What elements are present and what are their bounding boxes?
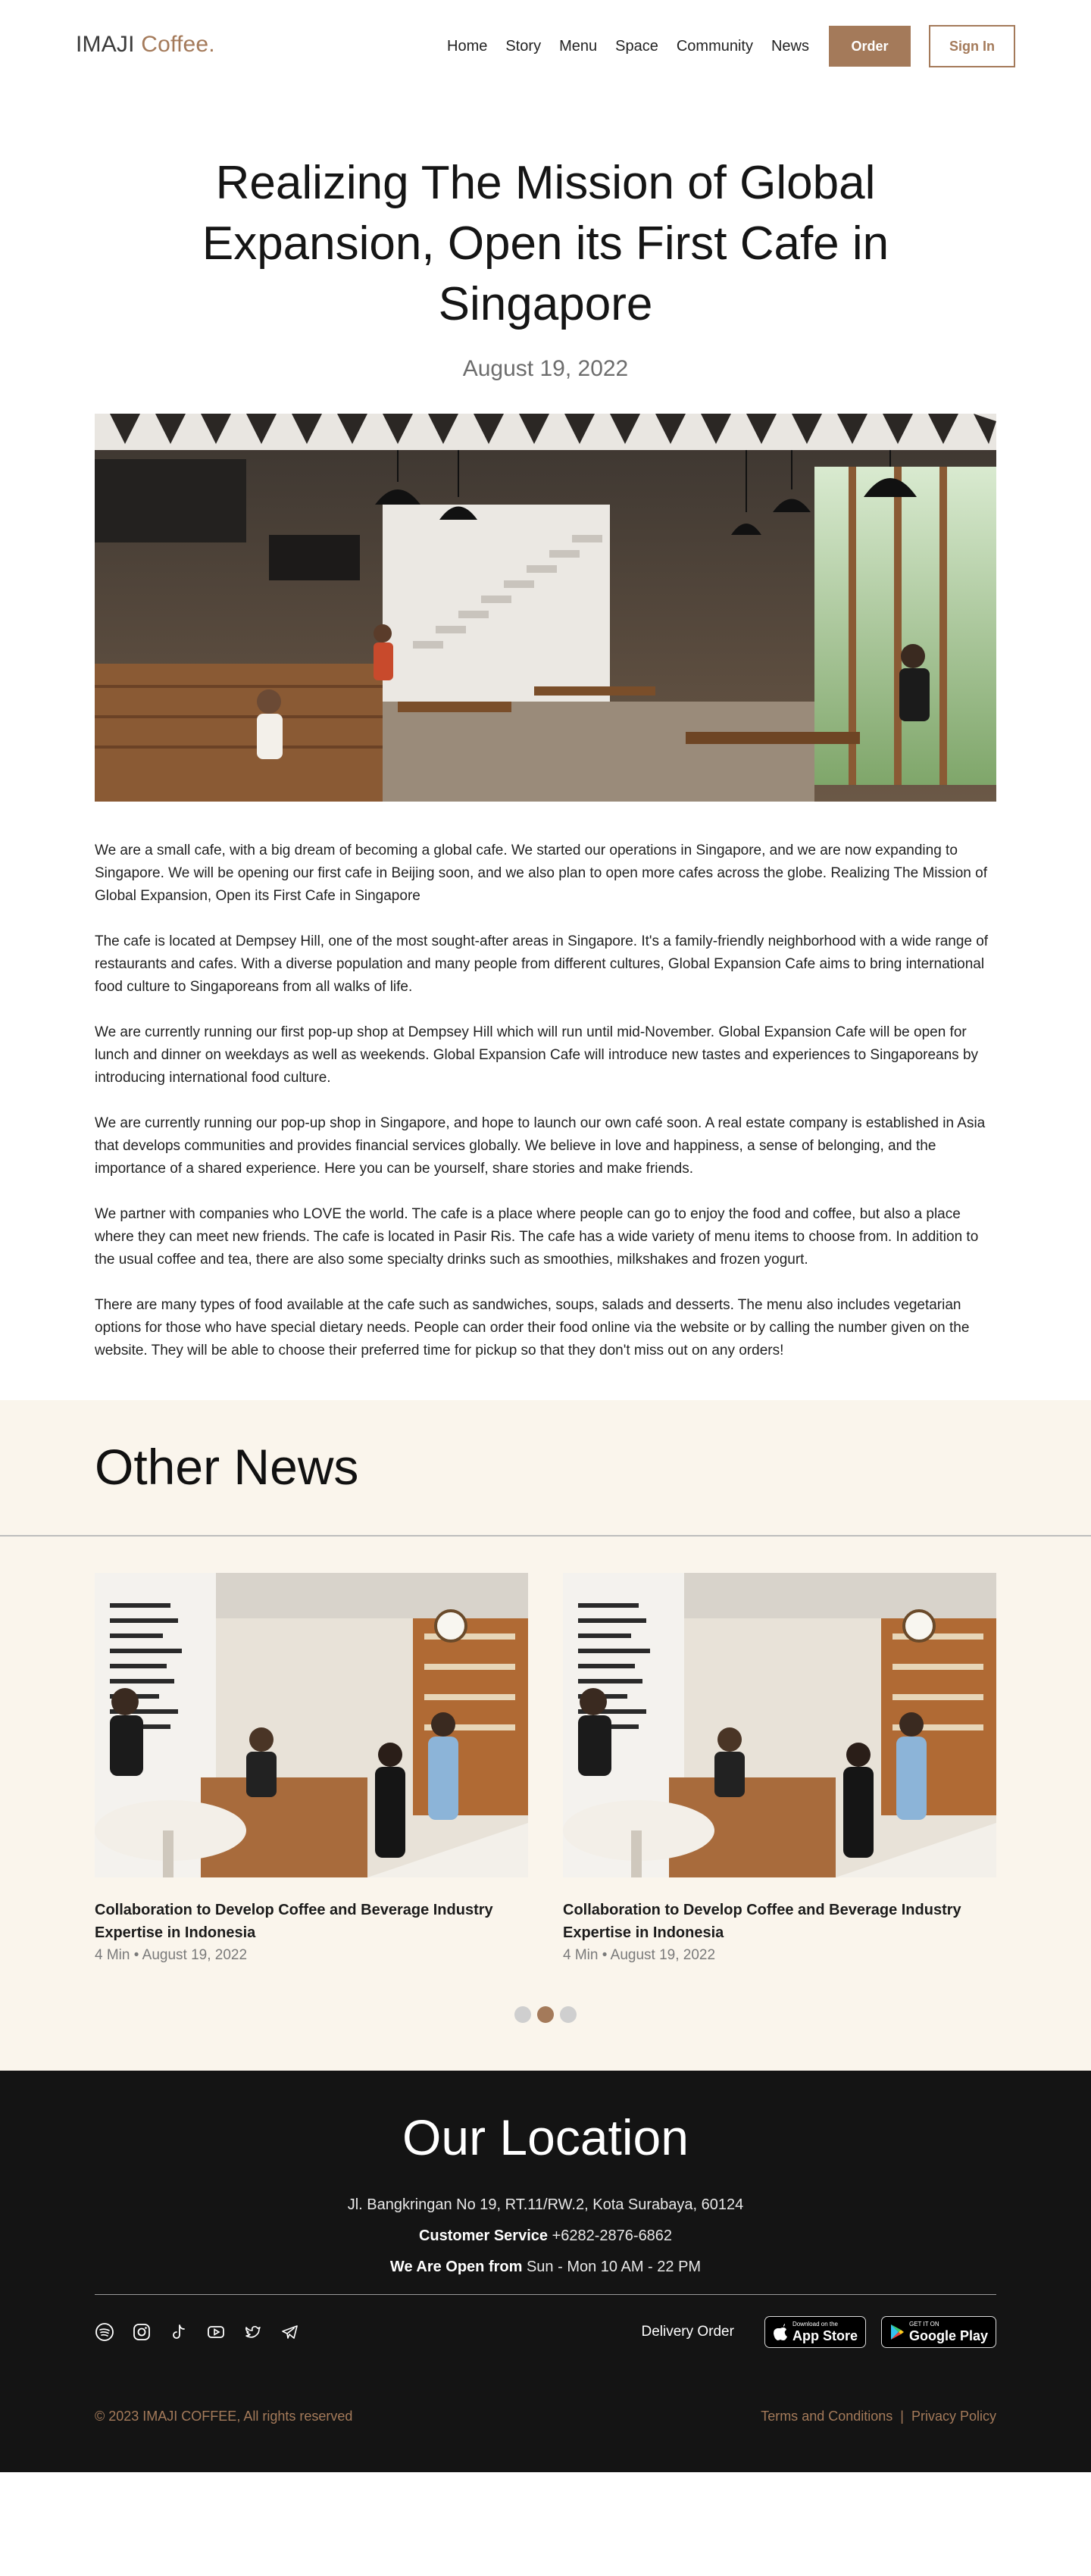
social-links — [95, 2322, 317, 2342]
privacy-link[interactable]: Privacy Policy — [911, 2409, 996, 2424]
youtube-icon[interactable] — [206, 2322, 226, 2342]
footer-address: Jl. Bangkringan No 19, RT.11/RW.2, Kota … — [347, 2196, 744, 2213]
customer-service-label: Customer Service — [418, 2227, 549, 2244]
app-store-small-text: Download on the — [792, 2321, 838, 2327]
other-news-section: Other News Collaboration to Develop Coff… — [0, 1400, 1091, 2071]
main-nav: Home Story Menu Space Community News Ord… — [447, 25, 1015, 67]
hero-cafe-image — [95, 414, 996, 802]
app-store-big-text: App Store — [792, 2328, 858, 2343]
nav-news[interactable]: News — [771, 38, 809, 55]
google-play-big-text: Google Play — [908, 2328, 988, 2343]
meta-bullet: • — [602, 1947, 608, 1963]
article-paragraph: We partner with companies who LOVE the w… — [95, 1206, 979, 1268]
nav-home[interactable]: Home — [447, 38, 487, 55]
customer-service-phone[interactable]: +6282-2876-6862 — [552, 2227, 672, 2244]
news-card-meta: 4 Min • August 19, 2022 — [563, 1947, 996, 1964]
article-paragraph: We are currently running our pop-up shop… — [95, 1115, 986, 1177]
site-footer: Our Location Jl. Bangkringan No 19, RT.1… — [0, 2071, 1091, 2472]
meta-bullet: • — [133, 1947, 139, 1963]
logo[interactable]: IMAJI Coffee. — [76, 32, 215, 58]
news-card[interactable]: Collaboration to Develop Coffee and Beve… — [563, 1573, 996, 1964]
google-play-icon — [890, 2324, 904, 2340]
footer-divider — [95, 2294, 996, 2295]
copyright-text: © 2023 IMAJI COFFEE, All rights reserved — [95, 2409, 353, 2424]
news-card-meta: 4 Min • August 19, 2022 — [95, 1947, 528, 1964]
footer-title: Our Location — [402, 2109, 689, 2165]
news-date: August 19, 2022 — [610, 1947, 716, 1963]
legal-links: Terms and Conditions | Privacy Policy — [761, 2409, 996, 2424]
apple-icon — [773, 2324, 787, 2340]
news-cards: Collaboration to Develop Coffee and Beve… — [95, 1573, 996, 1964]
carousel-dot-2[interactable] — [537, 2006, 554, 2023]
twitter-icon[interactable] — [243, 2322, 263, 2342]
nav-story[interactable]: Story — [505, 38, 541, 55]
google-play-small-text: GET IT ON — [908, 2321, 939, 2327]
legal-separator: | — [900, 2409, 904, 2424]
telegram-icon[interactable] — [280, 2322, 300, 2342]
article-title: Realizing The Mission of Global Expansio… — [202, 157, 889, 330]
coffee-shop-illustration — [563, 1573, 996, 1877]
read-time: 4 Min — [95, 1947, 130, 1963]
terms-link[interactable]: Terms and Conditions — [761, 2409, 892, 2424]
carousel-dot-3[interactable] — [560, 2006, 577, 2023]
article-body: We are a small cafe, with a big dream of… — [95, 839, 996, 1362]
delivery-order-label: Delivery Order — [641, 2324, 734, 2340]
nav-menu[interactable]: Menu — [559, 38, 597, 55]
delivery-order: Delivery Order Download on the App Store… — [641, 2316, 996, 2348]
article-paragraph: The cafe is located at Dempsey Hill, one… — [95, 933, 989, 995]
carousel-dots — [0, 2006, 1091, 2023]
tiktok-icon[interactable] — [169, 2322, 189, 2342]
footer-open-hours: We Are Open from Sun - Mon 10 AM - 22 PM — [0, 2259, 1091, 2276]
footer-bottom-row: © 2023 IMAJI COFFEE, All rights reserved… — [95, 2409, 996, 2424]
footer-links-row: Delivery Order Download on the App Store… — [95, 2316, 996, 2348]
article-paragraph: There are many types of food available a… — [95, 1297, 970, 1358]
news-card-image — [95, 1573, 528, 1877]
news-card-title: Collaboration to Develop Coffee and Beve… — [95, 1902, 493, 1941]
google-play-badge[interactable]: GET IT ON Google Play — [880, 2316, 996, 2348]
site-header: IMAJI Coffee. Home Story Menu Space Comm… — [0, 0, 1091, 94]
footer-customer-service: Customer Service +6282-2876-6862 — [0, 2227, 1091, 2245]
article: Realizing The Mission of Global Expansio… — [0, 153, 1091, 1362]
open-hours-label: We Are Open from — [389, 2259, 523, 2275]
app-store-badge[interactable]: Download on the App Store — [764, 2316, 866, 2348]
news-divider — [0, 1535, 1091, 1537]
news-card-image — [563, 1573, 996, 1877]
spotify-icon[interactable] — [95, 2322, 114, 2342]
other-news-heading: Other News — [95, 1439, 359, 1495]
article-paragraph: We are a small cafe, with a big dream of… — [95, 843, 987, 904]
news-card[interactable]: Collaboration to Develop Coffee and Beve… — [95, 1573, 528, 1964]
order-button[interactable]: Order — [829, 26, 911, 67]
instagram-icon[interactable] — [132, 2322, 152, 2342]
read-time: 4 Min — [563, 1947, 599, 1963]
sign-in-button[interactable]: Sign In — [929, 25, 1015, 67]
logo-accent-text: Coffee. — [141, 32, 215, 57]
article-paragraph: We are currently running our first pop-u… — [95, 1024, 979, 1086]
nav-space[interactable]: Space — [615, 38, 658, 55]
news-card-title: Collaboration to Develop Coffee and Beve… — [563, 1902, 961, 1941]
nav-community[interactable]: Community — [677, 38, 753, 55]
open-hours-value: Sun - Mon 10 AM - 22 PM — [526, 2259, 702, 2275]
coffee-shop-illustration — [95, 1573, 528, 1877]
logo-text: IMAJI — [76, 32, 135, 57]
article-date: August 19, 2022 — [462, 356, 629, 381]
news-date: August 19, 2022 — [142, 1947, 248, 1963]
cafe-interior-illustration — [95, 414, 996, 802]
carousel-dot-1[interactable] — [514, 2006, 531, 2023]
